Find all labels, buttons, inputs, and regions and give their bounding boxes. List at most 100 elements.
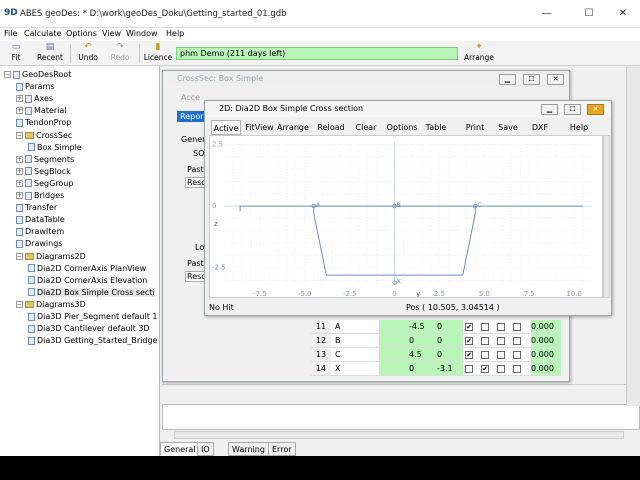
checkbox[interactable] (513, 350, 521, 359)
tree-item[interactable]: + Axes (16, 93, 53, 105)
expand-icon[interactable]: + (16, 179, 23, 187)
tree-item[interactable]: − Diagrams2D (16, 251, 86, 263)
collapse-icon[interactable]: − (16, 300, 23, 308)
dia2d-close-button[interactable]: ✕ (587, 104, 604, 115)
menu-help[interactable]: Help (166, 29, 184, 38)
plot-scrollbar[interactable] (603, 135, 610, 298)
tree-item[interactable]: DrawItem (16, 226, 64, 238)
crosssec-minimize-button[interactable]: ▁ (499, 74, 516, 85)
checkbox[interactable] (497, 364, 505, 373)
checkbox[interactable] (497, 336, 505, 345)
point-name[interactable]: A (335, 320, 357, 333)
expand-icon[interactable]: + (16, 167, 23, 175)
tree-item[interactable]: Dia2D Box Simple Cross secti (28, 287, 155, 299)
expand-icon[interactable]: + (16, 155, 23, 163)
menu-view[interactable]: View (102, 29, 121, 38)
value-cell[interactable]: 0.000 (531, 334, 561, 347)
menu-options[interactable]: Options (66, 29, 97, 38)
tree-item[interactable]: Drawings (16, 238, 62, 250)
coord-y[interactable]: 0 (379, 334, 437, 347)
checkbox[interactable]: ✔ (465, 336, 473, 345)
tree-item[interactable]: Dia2D CornerAxis Elevation (28, 275, 147, 287)
point-name[interactable]: X (335, 362, 357, 375)
collapse-icon[interactable]: − (4, 71, 11, 78)
dia-tool-fitview[interactable]: FitView (244, 120, 275, 135)
fit-button[interactable]: ▭ Fit (4, 42, 28, 65)
crosssec-close-button[interactable]: ✕ (547, 74, 564, 85)
expand-icon[interactable]: + (16, 107, 23, 115)
tree-item[interactable]: Transfer (16, 202, 57, 214)
coord-z[interactable]: -3.1 (437, 362, 463, 375)
tree-item[interactable]: + Material (16, 105, 67, 117)
arrange-button[interactable]: ✦ Arrange (462, 42, 496, 65)
horizontal-scrollbar[interactable] (174, 431, 624, 439)
minimize-button[interactable]: — (532, 5, 562, 23)
dia-tool-save[interactable]: Save (494, 120, 522, 135)
licence-button[interactable]: ▮ Licence (142, 42, 174, 65)
undo-button[interactable]: ↶ Undo (75, 42, 101, 65)
collapse-icon[interactable]: − (16, 252, 23, 260)
report-tab[interactable]: Repor (177, 111, 207, 122)
tree-item[interactable]: Box Simple (28, 142, 82, 154)
dia2d-maximize-button[interactable]: ☐ (564, 104, 581, 115)
tree-item[interactable]: + SegBlock (16, 166, 71, 178)
coord-y[interactable]: -4.5 (379, 320, 437, 333)
dia-tool-clear[interactable]: Clear (352, 120, 380, 135)
menu-file[interactable]: File (4, 29, 17, 38)
maximize-button[interactable]: ☐ (574, 5, 604, 23)
value-cell[interactable]: 0.000 (531, 348, 561, 361)
tree-item[interactable]: + Bridges (16, 190, 64, 202)
tab-general[interactable]: General (160, 442, 200, 456)
checkbox[interactable] (465, 364, 473, 373)
dia-tool-reload[interactable]: Reload (314, 120, 348, 135)
point-name[interactable]: B (335, 334, 357, 347)
dia2d-minimize-button[interactable]: ▁ (541, 104, 558, 115)
checkbox[interactable] (481, 336, 489, 345)
checkbox[interactable] (513, 364, 521, 373)
crosssec-maximize-button[interactable]: ☐ (523, 74, 540, 85)
point-name[interactable]: C (335, 348, 357, 361)
tree-item[interactable]: Params (16, 81, 55, 93)
dia-tool-print[interactable]: Print (462, 120, 488, 135)
table-row[interactable]: 13 C 4.5 0 ✔ 0.000 (311, 348, 561, 362)
dia-tool-arrange[interactable]: Arrange (276, 120, 310, 135)
coord-z[interactable]: 0 (437, 348, 463, 361)
dia-tool-table[interactable]: Table (423, 120, 449, 135)
checkbox[interactable]: ✔ (481, 364, 489, 373)
close-button[interactable]: ✕ (608, 5, 638, 23)
dia-tool-options[interactable]: Options (384, 120, 420, 135)
tree-item[interactable]: − CrossSec (16, 130, 72, 142)
dia-tool-help[interactable]: Help (566, 120, 592, 135)
value-cell[interactable]: 0.000 (531, 362, 561, 375)
checkbox[interactable] (497, 350, 505, 359)
dia-tool-dxf[interactable]: DXF (530, 120, 550, 135)
coord-z[interactable]: 0 (437, 320, 463, 333)
cross-section-plot[interactable]: -7.5 -5.0 -2.5 0 2.5 5.0 7.5 10.0 2.5 0 -2.5 y z A B C X (209, 135, 603, 298)
checkbox[interactable] (481, 322, 489, 331)
tree-item[interactable]: TendonProp (16, 117, 71, 129)
tab-warning[interactable]: Warning (228, 442, 269, 456)
redo-button[interactable]: ↷ Redo (107, 42, 133, 65)
recent-button[interactable]: ▤ Recent (34, 42, 66, 65)
tree-item[interactable]: Dia3D Pier_Segment default 1 (28, 311, 157, 323)
point-table[interactable]: 11 A -4.5 0 ✔ 0.000 12 B 0 0 ✔ 0.000 13 C 4.5 0 ✔ 0.000 14… (311, 320, 561, 376)
expand-icon[interactable]: + (16, 192, 23, 199)
checkbox[interactable] (513, 336, 521, 345)
checkbox[interactable]: ✔ (465, 350, 473, 359)
tree-item[interactable]: Dia3D Cantilever default 3D (28, 323, 150, 335)
table-row[interactable]: 11 A -4.5 0 ✔ 0.000 (311, 320, 561, 334)
checkbox[interactable]: ✔ (465, 322, 473, 331)
menu-window[interactable]: Window (126, 29, 158, 38)
coord-y[interactable]: 4.5 (379, 348, 437, 361)
tree-item[interactable]: − Diagrams3D (16, 299, 86, 311)
table-row[interactable]: 14 X 0 -3.1 ✔ 0.000 (311, 362, 561, 376)
checkbox[interactable] (513, 322, 521, 331)
coord-y[interactable]: 0 (379, 362, 437, 375)
tree-item[interactable]: + SegGroup (16, 178, 73, 190)
collapse-icon[interactable]: − (16, 131, 23, 139)
project-tree[interactable]: − GeoDesRoot Params + Axes + Material TendonPro… (0, 66, 160, 456)
menu-calculate[interactable]: Calculate (24, 29, 61, 38)
tree-item[interactable]: + Segments (16, 154, 74, 166)
tree-item[interactable]: Dia3D Getting_Started_Bridge (28, 335, 157, 347)
table-row[interactable]: 12 B 0 0 ✔ 0.000 (311, 334, 561, 348)
